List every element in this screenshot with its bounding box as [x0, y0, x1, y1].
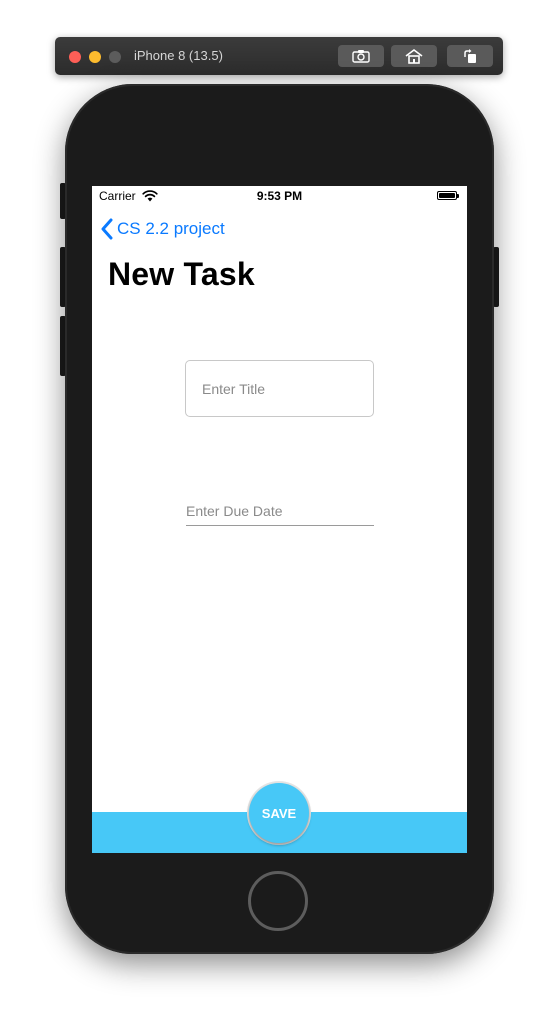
status-time: 9:53 PM — [256, 189, 303, 203]
back-button-label: CS 2.2 project — [117, 219, 225, 238]
back-button[interactable]: CS 2.2 project — [100, 217, 225, 241]
app-screen: Carrier 9:53 PM CS 2.2 project New Task … — [92, 186, 467, 853]
rotate-icon — [464, 48, 476, 63]
due-date-input[interactable] — [186, 496, 374, 526]
battery-icon — [437, 191, 459, 200]
battery-level-fill — [439, 193, 455, 198]
close-window-button[interactable] — [69, 51, 81, 63]
screenshot-button[interactable] — [338, 45, 384, 67]
rotate-button[interactable] — [447, 45, 493, 67]
page-title: New Task — [108, 256, 255, 292]
camera-icon — [352, 50, 370, 63]
simulator-device-title: iPhone 8 (13.5) — [134, 48, 223, 63]
minimize-window-button[interactable] — [89, 51, 101, 63]
home-icon — [405, 48, 423, 64]
zoom-window-button[interactable] — [109, 51, 121, 63]
status-bar: Carrier 9:53 PM — [92, 186, 467, 206]
task-title-input[interactable] — [185, 360, 374, 417]
simulator-title-bar: iPhone 8 (13.5) — [55, 37, 503, 75]
device-home-button[interactable] — [248, 871, 308, 931]
home-toolbar-button[interactable] — [391, 45, 437, 67]
save-button[interactable]: SAVE — [249, 783, 309, 843]
chevron-left-icon — [101, 218, 113, 240]
